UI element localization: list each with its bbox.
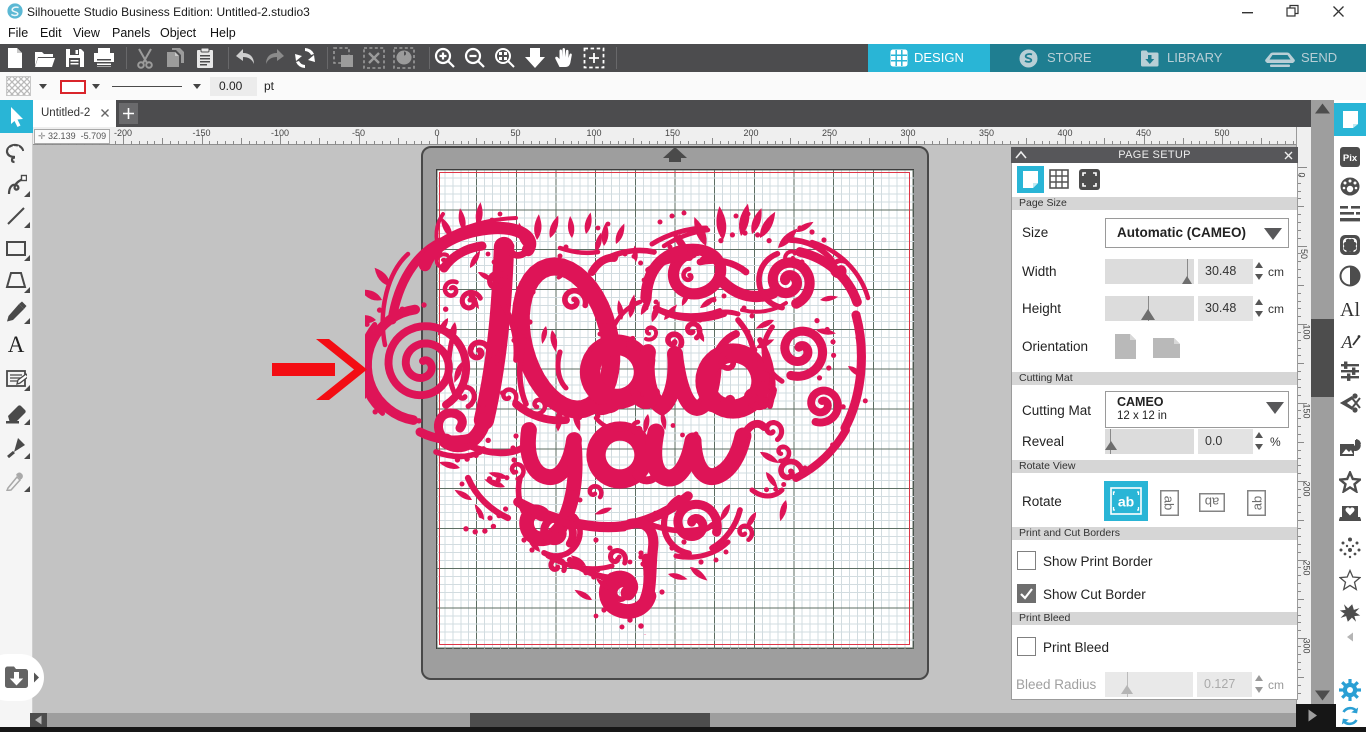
svg-text:ab: ab [1162,496,1177,510]
svg-text:ab: ab [1250,496,1265,510]
svg-text:ab: ab [1118,494,1134,510]
svg-text:ab: ab [1205,495,1219,510]
svg-text:Pix: Pix [1343,153,1358,164]
svg-text:A: A [1341,332,1354,352]
svg-text:A: A [8,333,25,355]
svg-text:Al: Al [1340,299,1360,321]
